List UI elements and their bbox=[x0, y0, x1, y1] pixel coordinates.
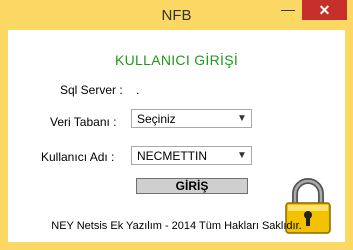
form-heading: KULLANICI GİRİŞİ bbox=[114, 52, 239, 68]
database-selected-value: Seçiniz bbox=[137, 112, 176, 126]
sql-server-label: Sql Server : bbox=[60, 83, 123, 97]
user-label: Kullanıcı Adı : bbox=[41, 150, 115, 164]
login-window: NFB — ✕ KULLANICI GİRİŞİ Sql Server : . … bbox=[0, 0, 353, 250]
database-select[interactable]: Seçiniz ▼ bbox=[131, 109, 252, 128]
login-button[interactable]: GİRİŞ bbox=[136, 178, 248, 194]
title-bar: NFB — ✕ bbox=[0, 0, 353, 30]
close-button[interactable]: ✕ bbox=[302, 0, 347, 20]
user-selected-value: NECMETTIN bbox=[137, 149, 207, 163]
sql-server-value: . bbox=[136, 83, 140, 97]
client-area: KULLANICI GİRİŞİ Sql Server : . Veri Tab… bbox=[8, 30, 345, 242]
user-select[interactable]: NECMETTIN ▼ bbox=[131, 146, 252, 165]
chevron-down-icon: ▼ bbox=[237, 113, 247, 124]
chevron-down-icon: ▼ bbox=[237, 150, 247, 161]
database-label: Veri Tabanı : bbox=[50, 115, 117, 129]
minimize-button[interactable]: — bbox=[275, 2, 301, 20]
copyright-footer: NEY Netsis Ek Yazılım - 2014 Tüm Hakları… bbox=[51, 220, 302, 232]
